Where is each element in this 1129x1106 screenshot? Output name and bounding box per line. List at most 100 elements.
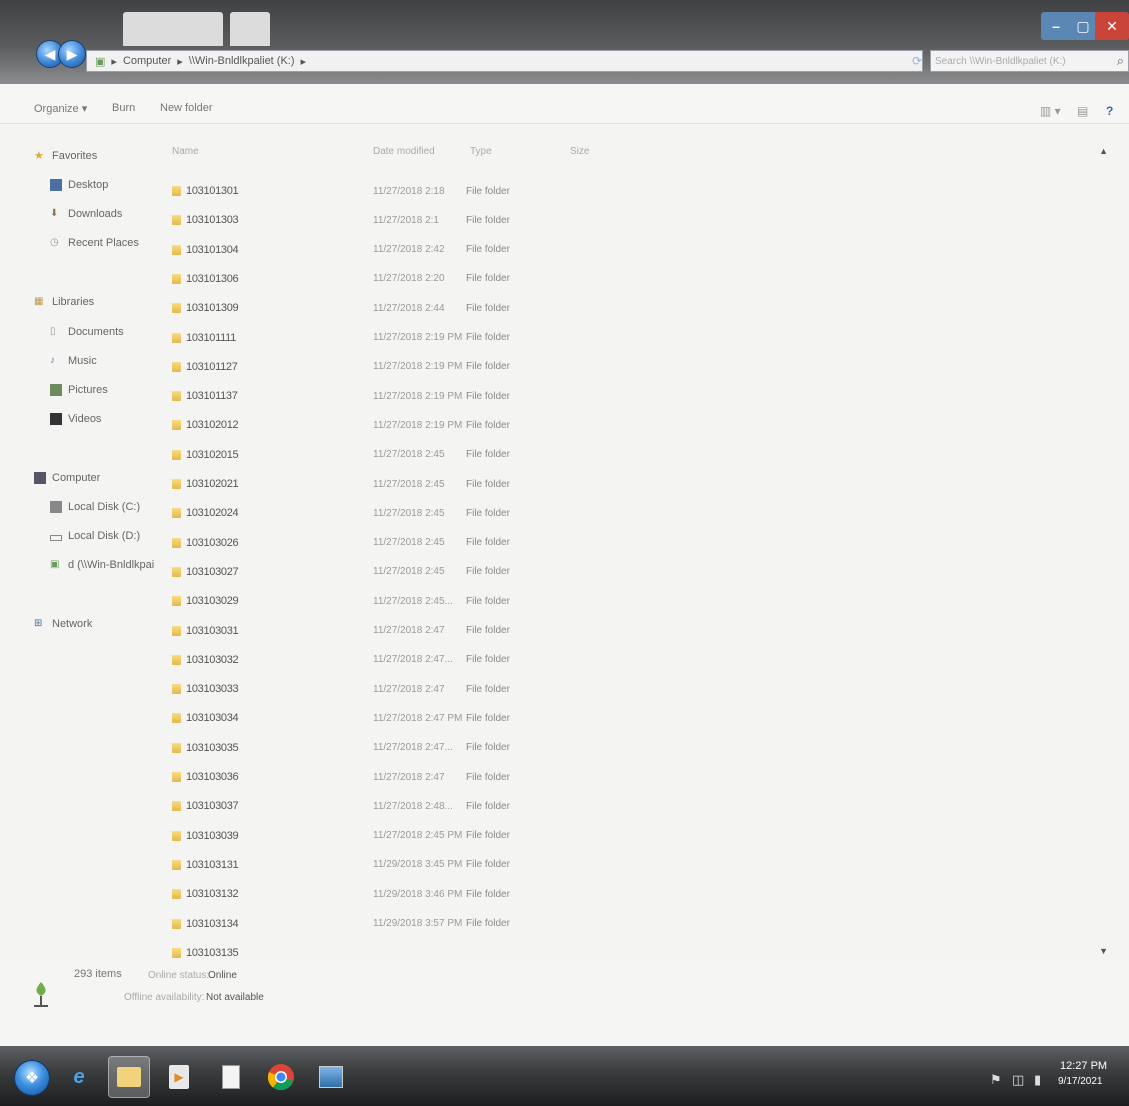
file-row[interactable]: 103101304 11/27/2018 2:42 File folder xyxy=(158,239,558,261)
file-row[interactable]: 103101301 11/27/2018 2:18 File folder xyxy=(158,180,558,202)
search-input[interactable]: Search \\Win-Bnldlkpaliet (K:) ⌕ xyxy=(930,50,1129,72)
file-name: 103103039 xyxy=(186,829,239,842)
file-row[interactable]: 103103037 11/27/2018 2:48... File folder xyxy=(158,795,558,817)
file-row[interactable]: 103103031 11/27/2018 2:47 File folder xyxy=(158,620,558,642)
music-icon: ♪ xyxy=(50,355,55,366)
file-row[interactable]: 103103026 11/27/2018 2:45 File folder xyxy=(158,532,558,554)
file-row[interactable]: 103103134 11/29/2018 3:57 PM File folder xyxy=(158,913,558,935)
minimize-button[interactable]: – xyxy=(1041,12,1071,40)
column-header-size[interactable]: Size xyxy=(570,146,589,157)
file-name: 103101137 xyxy=(186,390,238,403)
preview-pane-icon[interactable]: ▤ xyxy=(1077,104,1088,118)
file-type: File folder xyxy=(466,273,510,285)
file-row[interactable]: 103103131 11/29/2018 3:45 PM File folder xyxy=(158,854,558,876)
nav-local-disk-c[interactable]: Local Disk (C:) xyxy=(50,497,140,517)
forward-button[interactable]: ▶ xyxy=(58,40,86,68)
folder-icon xyxy=(172,566,181,577)
file-row[interactable]: 103101137 11/27/2018 2:19 PM File folder xyxy=(158,385,558,407)
folder-icon xyxy=(172,537,181,548)
file-type: File folder xyxy=(466,185,510,197)
file-name: 103102015 xyxy=(186,448,239,461)
nav-libraries[interactable]: ▦ Libraries xyxy=(34,292,94,312)
scroll-up-arrow[interactable]: ▲ xyxy=(1099,146,1108,156)
file-row[interactable]: 103101306 11/27/2018 2:20 File folder xyxy=(158,268,558,290)
file-row[interactable]: 103103132 11/29/2018 3:46 PM File folder xyxy=(158,883,558,905)
burn-button[interactable]: Burn xyxy=(112,102,135,114)
nav-computer[interactable]: Computer xyxy=(34,468,100,488)
file-row[interactable]: 103102024 11/27/2018 2:45 File folder xyxy=(158,502,558,524)
breadcrumb-computer[interactable]: Computer xyxy=(123,55,171,67)
clock-time[interactable]: 12:27 PM xyxy=(1060,1060,1107,1072)
file-row[interactable]: 103103035 11/27/2018 2:47... File folder xyxy=(158,737,558,759)
file-row[interactable]: 103103039 11/27/2018 2:45 PM File folder xyxy=(158,825,558,847)
file-row[interactable]: 103101111 11/27/2018 2:19 PM File folder xyxy=(158,327,558,349)
file-row[interactable]: 103103032 11/27/2018 2:47... File folder xyxy=(158,649,558,671)
nav-documents[interactable]: ▯ Documents xyxy=(50,322,124,342)
file-row[interactable]: 103101127 11/27/2018 2:19 PM File folder xyxy=(158,356,558,378)
hard-drive-icon xyxy=(50,501,62,513)
nav-recent-places[interactable]: ◷ Recent Places xyxy=(50,233,139,253)
nav-desktop[interactable]: Desktop xyxy=(50,175,108,195)
file-name: 103101306 xyxy=(186,272,239,285)
chrome-button[interactable] xyxy=(260,1056,302,1098)
nav-local-disk-d[interactable]: Local Disk (D:) xyxy=(50,526,140,546)
folder-icon xyxy=(172,889,181,900)
folder-icon xyxy=(172,830,181,841)
action-center-tray-icon[interactable]: ▮ xyxy=(1034,1072,1041,1088)
nav-favorites[interactable]: ★ Favorites xyxy=(34,146,97,166)
file-date-modified: 11/27/2018 2:1 xyxy=(373,214,439,226)
internet-explorer-button[interactable]: e xyxy=(58,1056,100,1098)
folder-icon xyxy=(172,420,181,431)
nav-network[interactable]: ⊞ Network xyxy=(34,614,92,634)
network-share-icon xyxy=(34,982,48,1007)
file-row[interactable]: 103101309 11/27/2018 2:44 File folder xyxy=(158,297,558,319)
maximize-button[interactable]: ▢ xyxy=(1071,12,1095,40)
refresh-button[interactable]: ⟳ xyxy=(906,52,928,70)
file-row[interactable]: 103102012 11/27/2018 2:19 PM File folder xyxy=(158,414,558,436)
address-bar[interactable]: ▣ ▸ Computer ▸ \\Win-Bnldlkpaliet (K:) ▸ xyxy=(86,50,923,72)
file-name: 103103035 xyxy=(186,741,239,754)
file-row[interactable]: 103103034 11/27/2018 2:47 PM File folder xyxy=(158,707,558,729)
file-row[interactable]: 103103033 11/27/2018 2:47 File folder xyxy=(158,678,558,700)
column-header-name[interactable]: Name xyxy=(172,146,199,157)
column-header-type[interactable]: Type xyxy=(470,146,492,157)
file-row[interactable]: 103102015 11/27/2018 2:45 File folder xyxy=(158,444,558,466)
file-row[interactable]: 103101303 11/27/2018 2:1 File folder xyxy=(158,209,558,231)
photo-viewer-button[interactable] xyxy=(310,1056,352,1098)
organize-button[interactable]: Organize ▾ xyxy=(34,102,87,115)
folder-icon xyxy=(172,332,181,343)
explorer-button[interactable] xyxy=(108,1056,150,1098)
breadcrumb-drive[interactable]: \\Win-Bnldlkpaliet (K:) xyxy=(189,55,295,67)
folder-icon xyxy=(172,303,181,314)
help-icon[interactable]: ? xyxy=(1106,104,1113,118)
scroll-down-arrow[interactable]: ▼ xyxy=(1099,946,1108,956)
column-header-date[interactable]: Date modified xyxy=(373,146,435,157)
clock-date[interactable]: 9/17/2021 xyxy=(1058,1076,1103,1087)
view-options-icon[interactable]: ▥ ▾ xyxy=(1040,104,1061,118)
file-type: File folder xyxy=(466,537,510,549)
volume-tray-icon[interactable]: ◫ xyxy=(1012,1072,1024,1088)
new-folder-button[interactable]: New folder xyxy=(160,102,213,114)
media-player-button[interactable]: ▶ xyxy=(158,1056,200,1098)
file-row[interactable]: 103103027 11/27/2018 2:45 File folder xyxy=(158,561,558,583)
command-bar: Organize ▾ Burn New folder ▥ ▾ ▤ ? xyxy=(0,84,1129,124)
nav-pictures[interactable]: Pictures xyxy=(50,380,108,400)
start-button[interactable]: ❖ xyxy=(14,1060,50,1096)
nav-downloads[interactable]: ⬇ Downloads xyxy=(50,204,122,224)
desktop-icon xyxy=(50,179,62,191)
file-date-modified: 11/27/2018 2:47 xyxy=(373,625,445,636)
file-row[interactable]: 103103036 11/27/2018 2:47 File folder xyxy=(158,766,558,788)
nav-network-drive[interactable]: ▣ d (\\Win-Bnldlkpai xyxy=(50,555,158,575)
file-row[interactable]: 103102021 11/27/2018 2:45 File folder xyxy=(158,473,558,495)
network-tray-icon[interactable]: ⚑ xyxy=(990,1072,1002,1088)
close-button[interactable]: ✕ xyxy=(1095,12,1129,40)
notepad-button[interactable] xyxy=(210,1056,252,1098)
file-date-modified: 11/27/2018 2:45 xyxy=(373,449,445,461)
file-list[interactable]: Name Date modified Type Size 103101301 11… xyxy=(158,124,1118,960)
nav-videos[interactable]: Videos xyxy=(50,409,101,429)
file-row[interactable]: 103103135 xyxy=(158,942,558,960)
file-type: File folder xyxy=(466,654,510,666)
nav-music[interactable]: ♪ Music xyxy=(50,351,97,371)
file-name: 103103029 xyxy=(186,595,239,608)
file-row[interactable]: 103103029 11/27/2018 2:45... File folder xyxy=(158,590,558,612)
